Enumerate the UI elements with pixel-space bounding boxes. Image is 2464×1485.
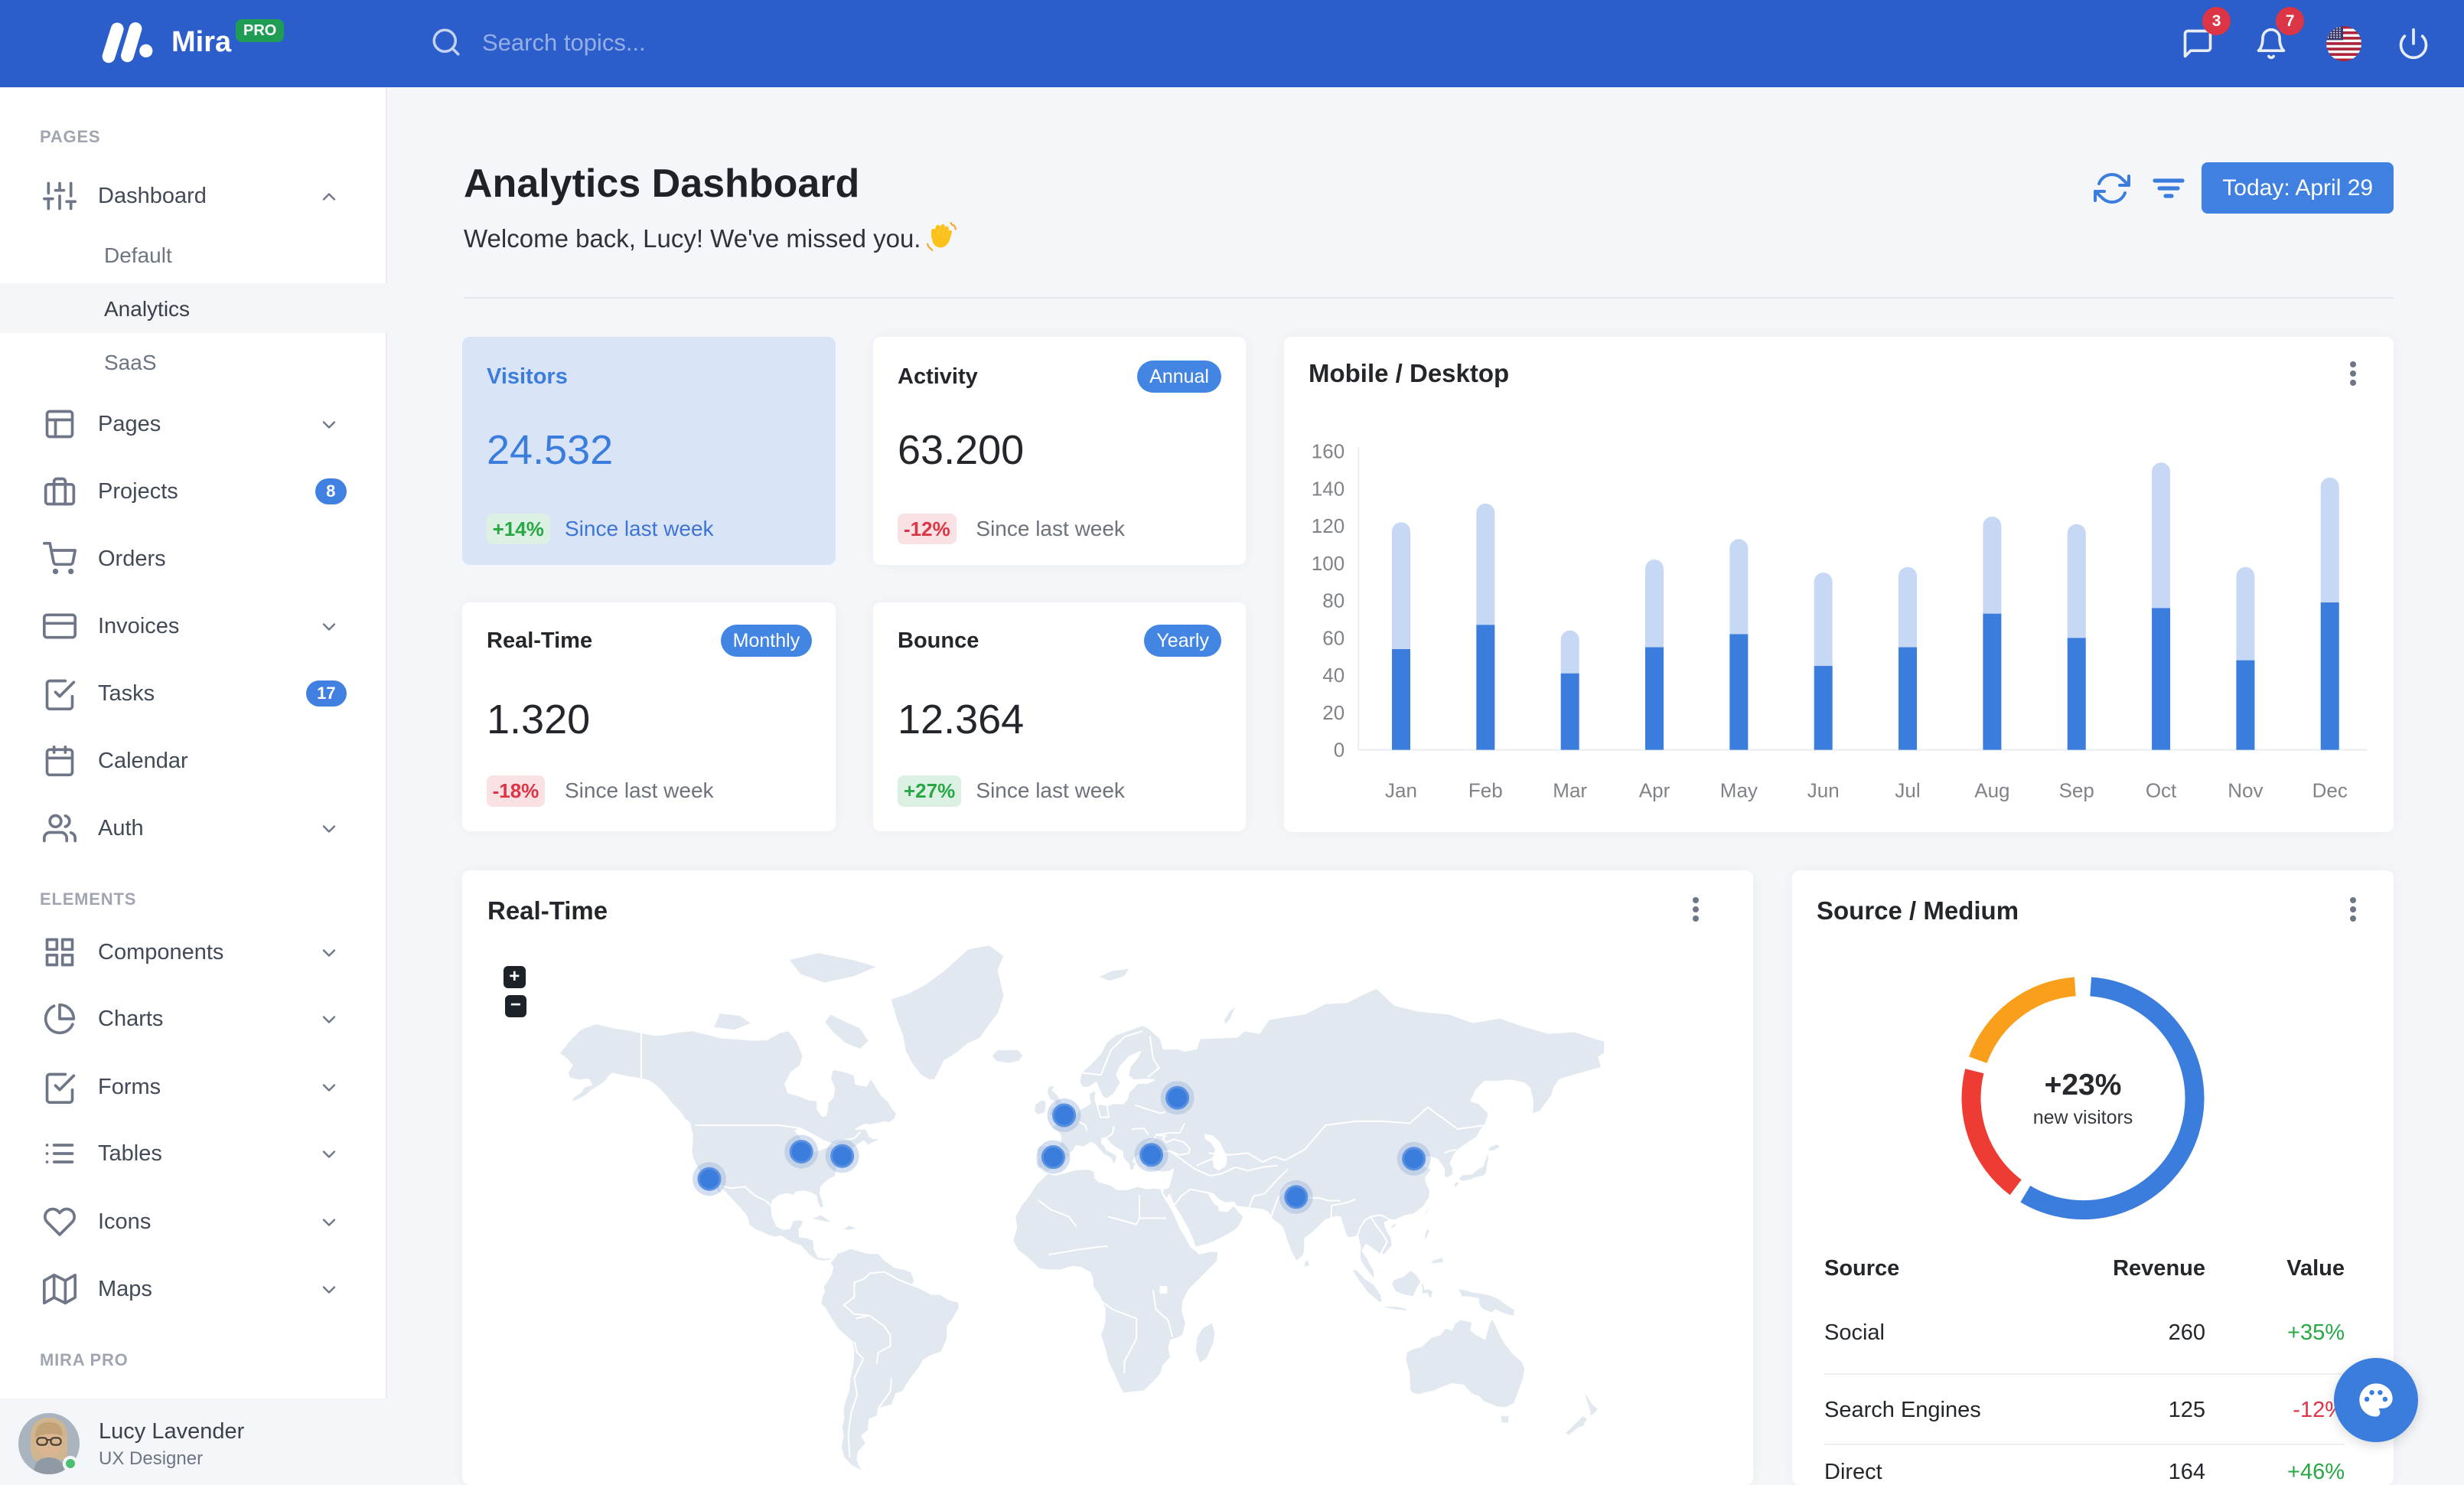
svg-text:0: 0 [1334,739,1344,762]
svg-text:Dec: Dec [2312,779,2348,802]
svg-text:Nov: Nov [2228,779,2263,802]
svg-text:Jun: Jun [1807,779,1840,802]
svg-text:Apr: Apr [1639,779,1670,802]
svg-text:140: 140 [1312,477,1344,500]
svg-text:40: 40 [1322,664,1344,687]
svg-text:Jul: Jul [1895,779,1920,802]
svg-text:20: 20 [1322,701,1344,724]
svg-text:May: May [1720,779,1758,802]
svg-text:60: 60 [1322,626,1344,649]
svg-text:Sep: Sep [2059,779,2094,802]
svg-text:160: 160 [1312,440,1344,463]
svg-text:100: 100 [1312,552,1344,575]
svg-text:Oct: Oct [2146,779,2177,802]
svg-text:80: 80 [1322,589,1344,612]
svg-text:Jan: Jan [1385,779,1417,802]
svg-text:Aug: Aug [1974,779,2009,802]
svg-text:Feb: Feb [1468,779,1503,802]
svg-text:Mar: Mar [1553,779,1587,802]
svg-text:120: 120 [1312,514,1344,537]
